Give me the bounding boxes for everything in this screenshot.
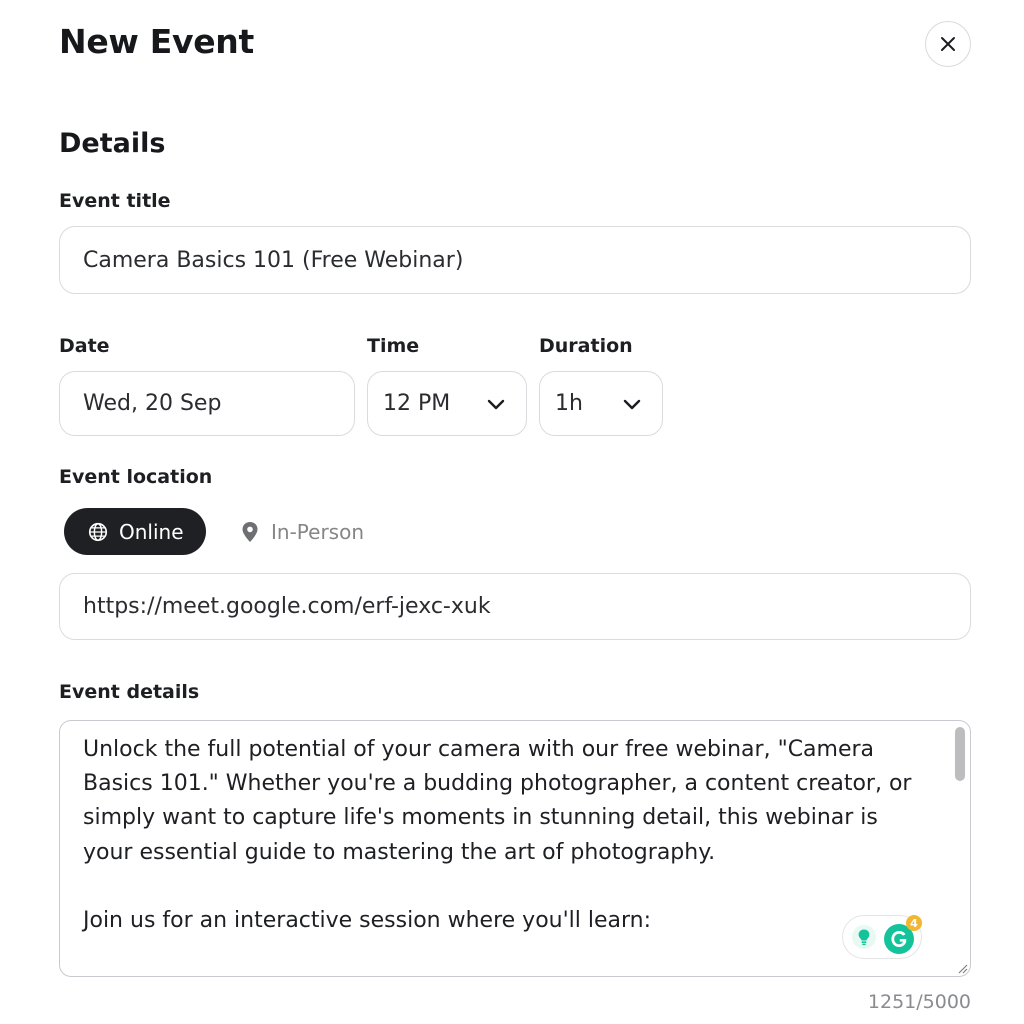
time-label: Time: [367, 335, 420, 357]
scrollbar-thumb[interactable]: [955, 727, 965, 781]
meeting-url-input[interactable]: https://meet.google.com/erf-jexc-xuk: [59, 573, 971, 640]
close-icon: [941, 37, 955, 51]
resize-handle-icon[interactable]: [956, 962, 968, 974]
event-details-textarea[interactable]: Unlock the full potential of your camera…: [59, 720, 971, 977]
time-select[interactable]: 12 PM: [367, 371, 527, 436]
location-online-toggle[interactable]: Online: [64, 508, 206, 555]
date-label: Date: [59, 335, 110, 357]
event-title-input[interactable]: Camera Basics 101 (Free Webinar): [59, 226, 971, 294]
event-title-label: Event title: [59, 190, 171, 212]
location-in-person-toggle[interactable]: In-Person: [240, 508, 364, 555]
date-value: Wed, 20 Sep: [83, 391, 222, 416]
event-location-label: Event location: [59, 466, 213, 488]
duration-label: Duration: [539, 335, 633, 357]
dialog-title: New Event: [59, 22, 254, 61]
date-picker[interactable]: Wed, 20 Sep: [59, 371, 355, 436]
grammarly-badge: 4: [906, 915, 922, 931]
duration-select[interactable]: 1h: [539, 371, 663, 436]
character-counter: 1251/5000: [867, 991, 971, 1013]
globe-icon: [88, 522, 108, 541]
location-online-label: Online: [119, 519, 184, 544]
grammarly-widget[interactable]: 4: [842, 915, 922, 959]
time-value: 12 PM: [383, 391, 451, 416]
close-button[interactable]: [925, 21, 971, 67]
section-title-details: Details: [59, 128, 166, 159]
location-in-person-label: In-Person: [271, 519, 364, 544]
meeting-url-value: https://meet.google.com/erf-jexc-xuk: [83, 594, 491, 619]
chevron-down-icon: [623, 399, 641, 409]
map-pin-icon: [242, 521, 258, 542]
chevron-down-icon: [487, 399, 505, 409]
textarea-scrollbar[interactable]: [952, 725, 968, 973]
duration-value: 1h: [555, 391, 583, 416]
event-title-value: Camera Basics 101 (Free Webinar): [83, 247, 464, 273]
event-details-label: Event details: [59, 681, 200, 703]
lightbulb-icon[interactable]: [851, 924, 877, 950]
event-details-text: Unlock the full potential of your camera…: [83, 737, 912, 934]
